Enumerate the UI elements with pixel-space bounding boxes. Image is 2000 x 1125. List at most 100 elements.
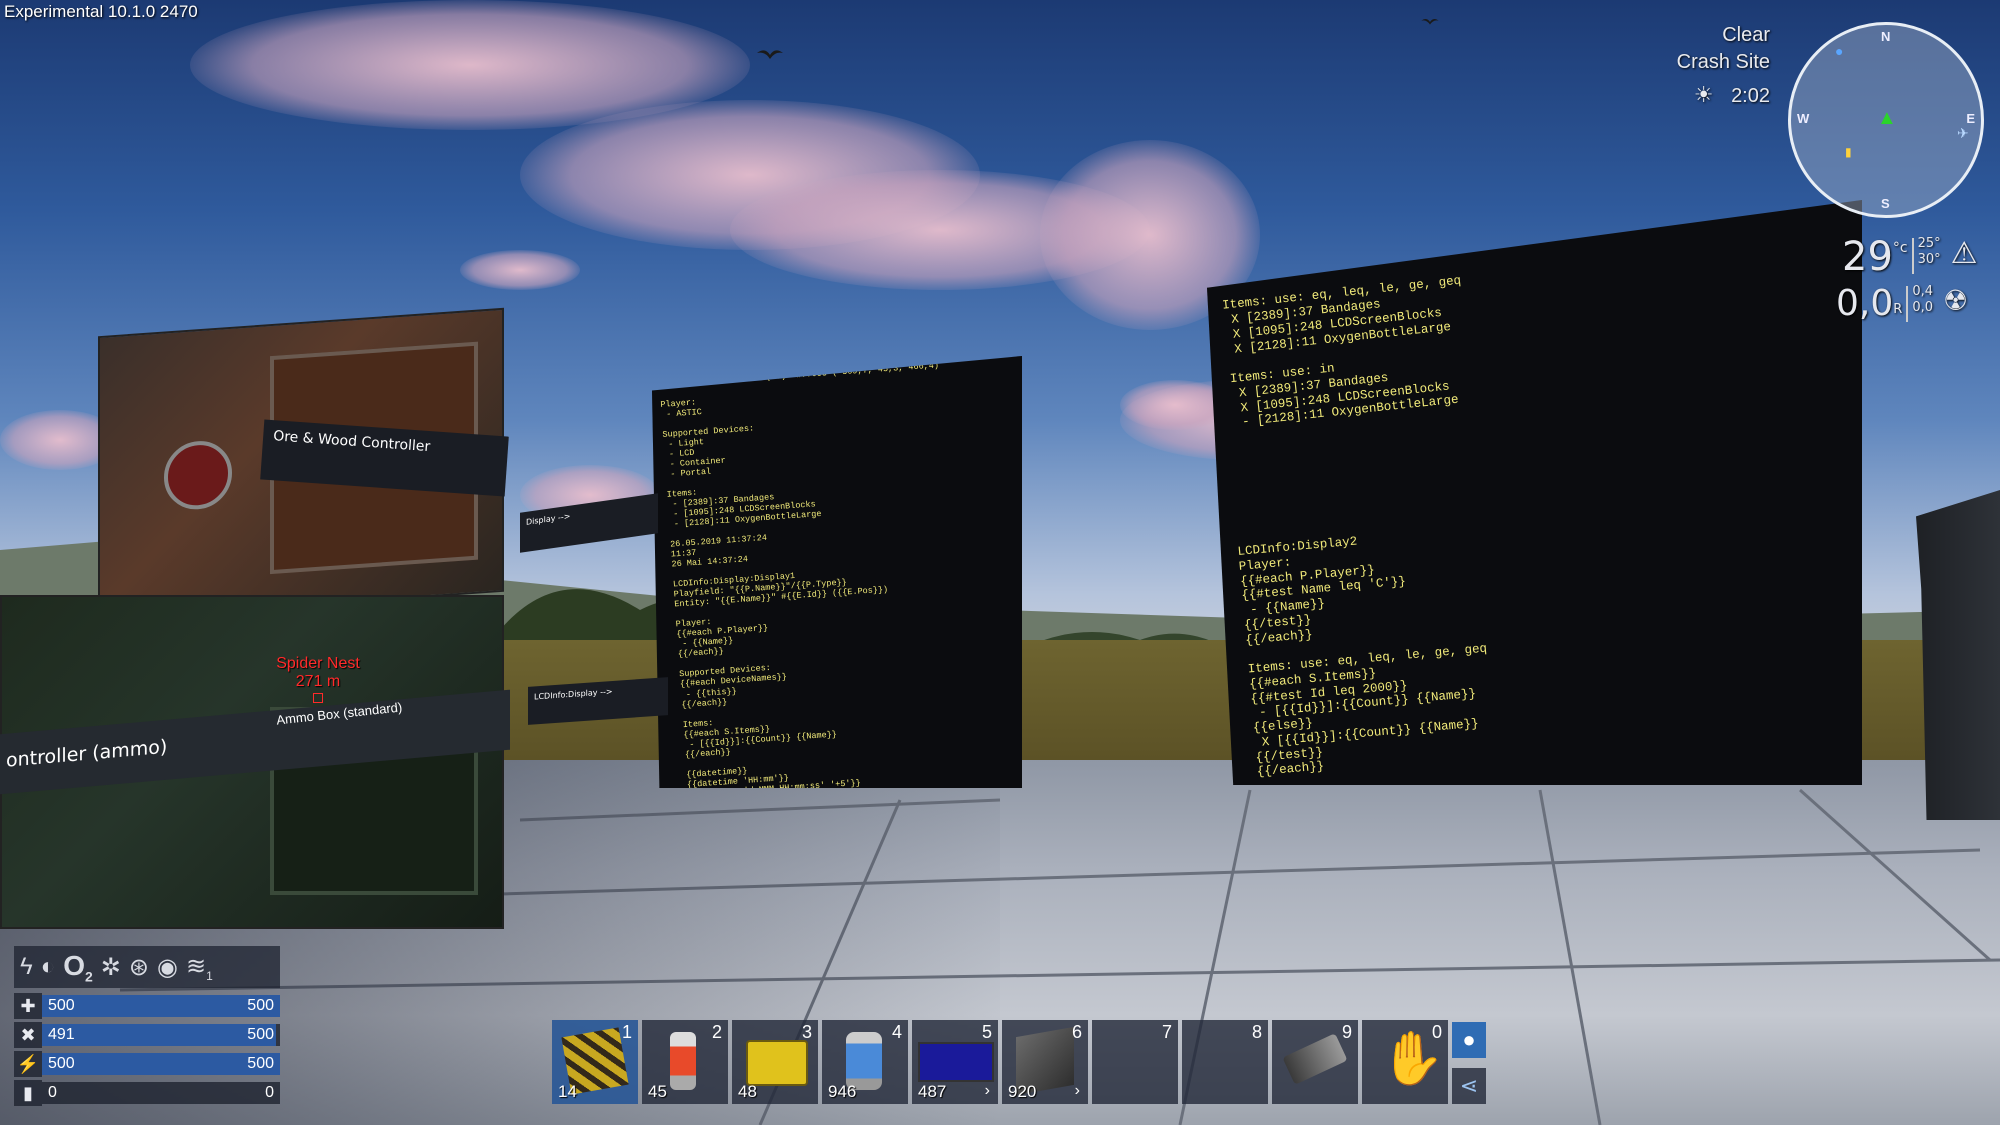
drill-gun-icon [1282,1033,1348,1085]
food-track: 491 500 [42,1024,280,1046]
lcd-screen-icon [918,1042,994,1082]
stamina-fill [42,1053,280,1075]
slot-number: 9 [1341,1022,1352,1042]
cloud [460,250,580,290]
game-time: 2:02 [1731,85,1770,107]
radiation-icon: ⊛ [128,953,149,981]
food-fill [42,1024,276,1046]
slot-number: 4 [891,1022,902,1042]
radiation-range: 0,4 0,0 [1912,284,1933,316]
spider-nest-distance: 271 m [295,673,341,690]
weather-condition: Clear [1722,24,1770,46]
lcdinfo-tag-text: LCDInfo:Display --> [534,686,613,702]
signal-icon: ≋1 [186,952,213,983]
person-icon: ● [1462,1027,1476,1052]
radiation-range-high: 0,4 [1912,284,1933,299]
slot-count: 920 [1008,1082,1037,1101]
hotbar-slot-9[interactable]: 9 [1272,1020,1358,1104]
hotbar-slot-1[interactable]: 1 14 [552,1020,638,1104]
compass-west: W [1797,111,1810,126]
health-current: 500 [48,997,75,1014]
health-track: 500 500 [42,995,280,1017]
food-max: 500 [247,1026,274,1043]
bird-icon [757,50,783,59]
divider [1906,286,1909,322]
slot-number: 7 [1161,1022,1172,1042]
poi-icon: ▮ [1845,145,1852,159]
slot-count: 48 [738,1082,757,1101]
compass-east: E [1966,111,1975,126]
temperature-value: 29 [1842,234,1893,280]
oxygen-bottle-max: 0 [265,1084,274,1101]
health-icon: ✚ [14,993,42,1019]
spider-nest-name: Spider Nest [276,655,360,672]
hotbar: 1 14 2 45 3 48 4 946 5 487 › 6 920 › 7 8… [552,1020,1448,1104]
location-name: Crash Site [1676,51,1770,73]
compass-south: S [1881,196,1890,211]
radiation-icon: ☢ [1943,284,1969,317]
slot-count: 14 [558,1082,577,1101]
temperature-range: 25° 30° [1918,236,1941,268]
hotbar-slot-5[interactable]: 5 487 › [912,1020,998,1104]
hotbar-slot-3[interactable]: 3 48 [732,1020,818,1104]
slot-count: 487 [918,1082,947,1101]
stamina-bar: ⚡ 500 500 [14,1051,280,1077]
slot-count: 946 [828,1082,857,1101]
lcd-panel-right-text-bottom: LCDInfo:Display2 Player: {{#each P.Playe… [1237,534,1488,780]
stamina-icon: ϟ [20,953,33,980]
radiation-unit: R [1893,302,1903,317]
hotbar-slot-2[interactable]: 2 45 [642,1020,728,1104]
share-toggle-button[interactable]: ⋖ [1452,1068,1486,1104]
slot-number: 0 [1431,1022,1442,1042]
status-effects-bar: ϟ ◐ O2 ✲ ⊛ ◉ ≋1 [14,946,280,988]
slot-count: 45 [648,1082,667,1101]
chevron-right-icon: › [984,1082,990,1099]
signal-glyph: ≋ [185,952,207,980]
game-viewport[interactable]: Playfield: "AkuaStarter"/Temperate Entit… [0,0,2000,1125]
ship-icon: ✈ [1957,125,1969,141]
hotbar-slot-6[interactable]: 6 920 › [1002,1020,1088,1104]
hotbar-slot-8[interactable]: 8 [1182,1020,1268,1104]
signal-subscript: 1 [206,968,213,983]
temperature-range-low: 30° [1917,252,1941,267]
warning-icon: ⚠ [1950,236,1978,271]
oxygen-subscript: 2 [84,968,93,985]
player-toggle-button[interactable]: ● [1452,1022,1486,1058]
slot-number: 3 [801,1022,812,1042]
game-time-row: ☀ 2:02 [1694,82,1770,108]
stamina-track: 500 500 [42,1053,280,1075]
compass-minimap[interactable]: N E S W ▲ ● ▮ ✈ [1788,22,1984,218]
hotbar-slot-4[interactable]: 4 946 [822,1020,908,1104]
helmet-icon: ◉ [157,953,178,981]
slot-number: 6 [1071,1022,1082,1042]
stamina-current: 500 [48,1055,75,1072]
hotbar-slot-7[interactable]: 7 [1092,1020,1178,1104]
stamina-icon: ⚡ [14,1051,42,1077]
health-bar: ✚ 500 500 [14,993,280,1019]
lcd-panel-right[interactable]: Player: - ASTIC Items: use: eq, leq, le,… [1207,200,1862,785]
radiation-range-low: 0,0 [1912,300,1933,315]
spider-nest-target-icon [313,693,323,703]
temperature-readout: 29 °c 25° 30° ⚠ [1842,236,1978,278]
oxygen-bottle-icon: ▮ [14,1080,42,1106]
ammo-box-icon [746,1040,808,1086]
hotbar-slot-0[interactable]: ✋ 0 [1362,1020,1448,1104]
temperature-unit: °c [1892,240,1908,256]
health-fill [42,995,280,1017]
oxygen-label: O [63,949,85,981]
radiation-readout: 0,0 R 0,4 0,0 ☢ [1836,284,1968,324]
temperature-range-high: 25° [1917,236,1941,251]
controller-ammo-text: ontroller (ammo) [6,735,168,772]
oxygen-bottle-track: 0 0 [42,1082,280,1104]
share-icon: ⋖ [1459,1073,1479,1098]
waypoint-icon: ● [1835,43,1844,59]
ore-wood-controller-text: Ore & Wood Controller [272,428,431,456]
sun-icon: ☀ [1693,82,1714,107]
oxygen-icon: O2 [63,950,93,985]
spider-nest-marker[interactable]: Spider Nest 271 m [268,655,368,703]
food-current: 491 [48,1026,75,1043]
lcd-panel-left[interactable]: Playfield: "AkuaStarter"/Temperate Entit… [652,356,1022,788]
slot-number: 1 [621,1022,632,1042]
player-arrow-icon: ▲ [1877,107,1897,129]
slot-number: 5 [981,1022,992,1042]
